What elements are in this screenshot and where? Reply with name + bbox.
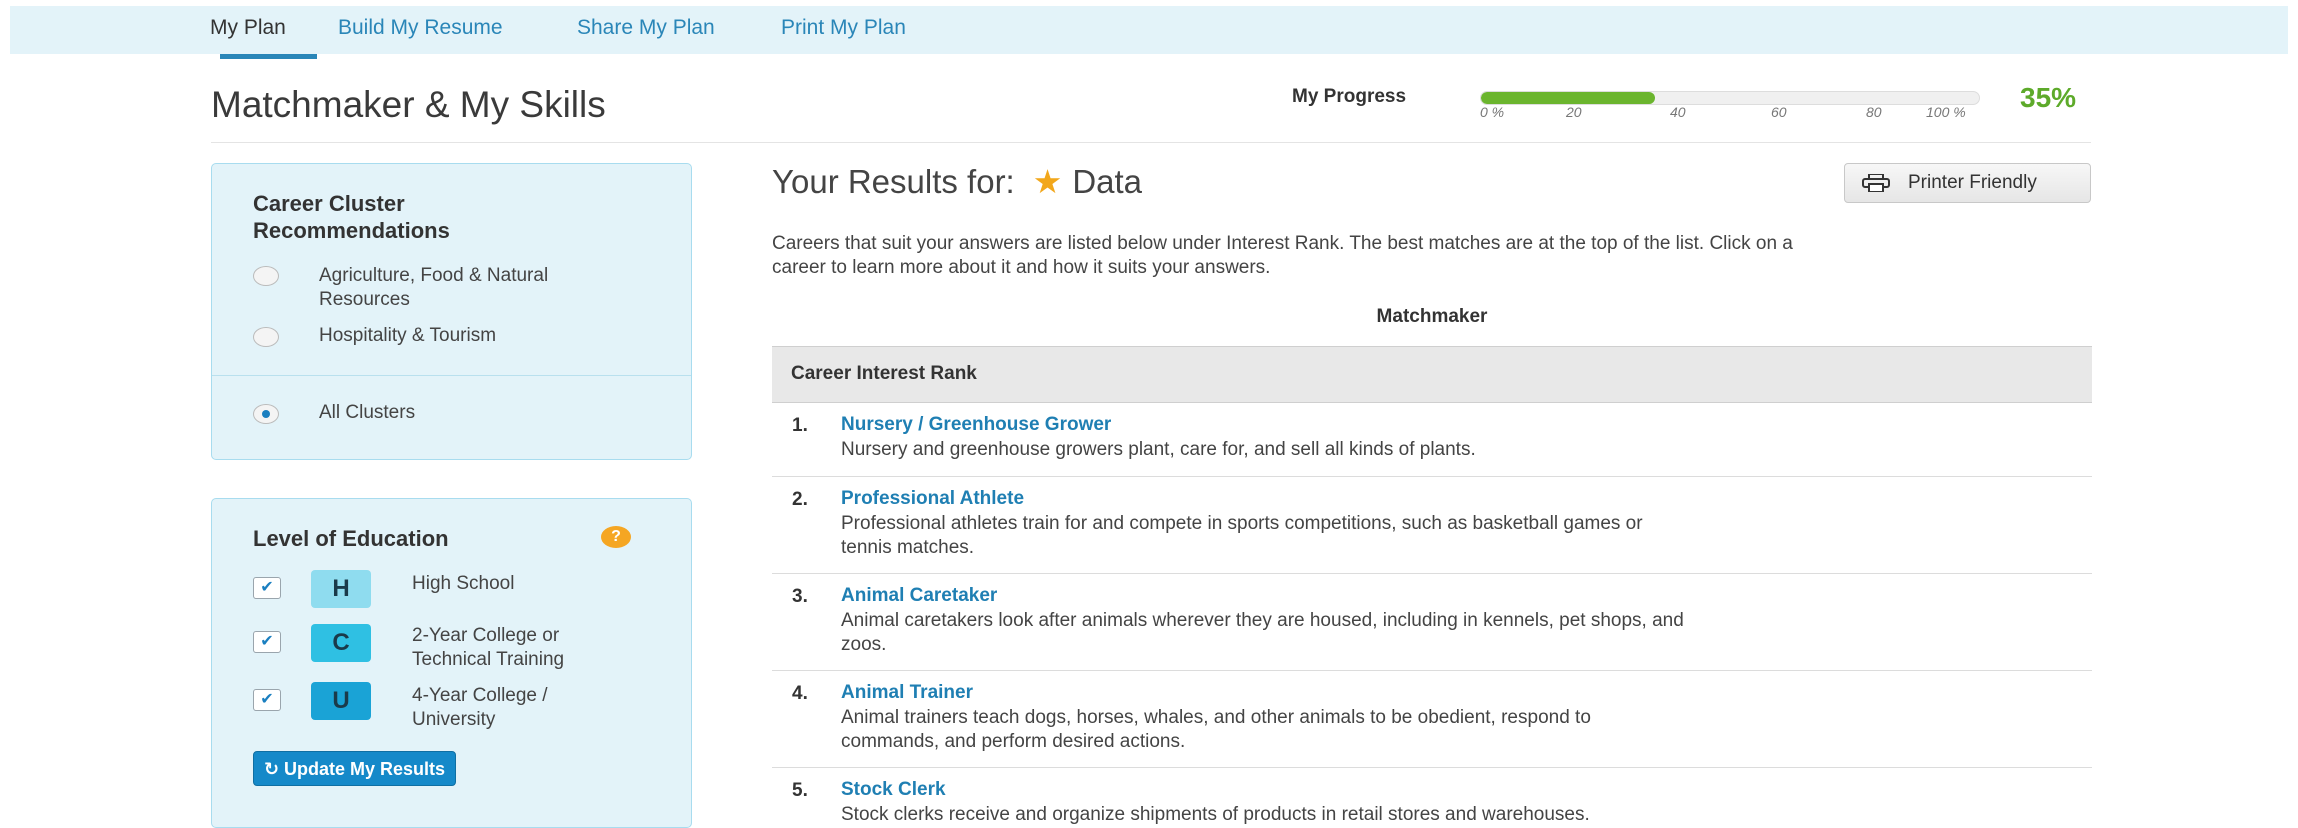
career-description: Animal trainers teach dogs, horses, whal… — [841, 707, 1591, 752]
results-heading-term: Data — [1072, 163, 1143, 200]
career-title-link[interactable]: Stock Clerk — [841, 779, 946, 801]
career-row: 2. Professional Athlete Professional ath… — [772, 477, 2092, 574]
career-description: Nursery and greenhouse growers plant, ca… — [841, 439, 1476, 460]
help-icon[interactable]: ? — [601, 526, 631, 548]
radio-agriculture[interactable] — [253, 266, 279, 286]
career-row: 1. Nursery / Greenhouse Grower Nursery a… — [772, 403, 2092, 477]
career-title-link[interactable]: Nursery / Greenhouse Grower — [841, 414, 1111, 436]
radio-hospitality[interactable] — [253, 327, 279, 347]
tab-share-my-plan[interactable]: Share My Plan — [577, 16, 715, 40]
career-rank: 4. — [792, 683, 808, 704]
tab-build-my-resume[interactable]: Build My Resume — [338, 16, 503, 40]
education-panel: Level of Education ? ✔ H High School ✔ C… — [211, 498, 692, 828]
progress-tick: 40 — [1670, 104, 1686, 120]
progress-bar — [1480, 91, 1980, 105]
career-cluster-panel: Career Cluster Recommendations Agricultu… — [211, 163, 692, 460]
career-description: Animal caretakers look after animals whe… — [841, 610, 1684, 655]
star-icon: ★ — [1032, 163, 1063, 200]
option-label-all-clusters: All Clusters — [319, 402, 416, 423]
printer-friendly-label: Printer Friendly — [1908, 172, 2037, 193]
progress-tick: 80 — [1866, 104, 1882, 120]
tab-my-plan[interactable]: My Plan — [210, 16, 286, 40]
progress-percent: 35% — [2020, 82, 2077, 113]
career-row: 5. Stock Clerk Stock clerks receive and … — [772, 768, 2092, 828]
progress-bar-fill — [1481, 92, 1656, 104]
education-badge-c: C — [311, 624, 371, 662]
panel-title: Level of Education — [253, 526, 449, 551]
progress-tick: 0 % — [1480, 104, 1505, 120]
printer-friendly-button[interactable]: Printer Friendly — [1844, 163, 2091, 203]
results-heading-prefix: Your Results for: — [772, 163, 1015, 200]
progress-tick: 60 — [1771, 104, 1787, 120]
education-label-4-year-college: 4-Year College / University — [412, 685, 548, 730]
divider — [212, 375, 691, 376]
update-results-button[interactable]: ↻ Update My Results — [253, 751, 456, 786]
tab-print-my-plan[interactable]: Print My Plan — [781, 16, 906, 40]
education-badge-u: U — [311, 682, 371, 720]
career-rank: 3. — [792, 586, 808, 607]
career-title-link[interactable]: Professional Athlete — [841, 488, 1024, 510]
matchmaker-label: Matchmaker — [1376, 306, 1488, 327]
career-description: Professional athletes train for and comp… — [841, 513, 1643, 558]
checkbox-4-year-college[interactable]: ✔ — [253, 689, 281, 711]
career-rank: 5. — [792, 780, 808, 801]
career-title-link[interactable]: Animal Caretaker — [841, 585, 997, 607]
career-title-link[interactable]: Animal Trainer — [841, 682, 973, 704]
checkbox-2-year-college[interactable]: ✔ — [253, 631, 281, 653]
table-header: Career Interest Rank — [772, 346, 2092, 403]
option-label-hospitality: Hospitality & Tourism — [319, 325, 497, 346]
progress-tick: 20 — [1566, 104, 1582, 120]
education-badge-h: H — [311, 570, 371, 608]
page-title: Matchmaker & My Skills — [211, 84, 606, 125]
results-heading: Your Results for: ★ Data — [772, 162, 1142, 201]
education-label-2-year-college: 2-Year College or Technical Training — [412, 625, 565, 670]
top-nav-bar: My Plan Build My Resume Share My Plan Pr… — [10, 6, 2288, 59]
results-intro-text: Careers that suit your answers are liste… — [772, 233, 1793, 278]
career-rank: 1. — [792, 415, 808, 436]
progress-label: My Progress — [1292, 86, 1407, 107]
career-row: 4. Animal Trainer Animal trainers teach … — [772, 671, 2092, 768]
career-row: 3. Animal Caretaker Animal caretakers lo… — [772, 574, 2092, 671]
checkbox-high-school[interactable]: ✔ — [253, 577, 281, 599]
progress-tick: 100 % — [1926, 104, 1966, 120]
education-label-high-school: High School — [412, 573, 515, 594]
option-label-agriculture: Agriculture, Food & Natural Resources — [319, 265, 549, 310]
career-rank: 2. — [792, 489, 808, 510]
career-description: Stock clerks receive and organize shipme… — [841, 804, 1590, 825]
radio-all-clusters[interactable] — [253, 404, 279, 424]
column-header-career-interest-rank: Career Interest Rank — [791, 363, 977, 384]
panel-title: Career Cluster Recommendations — [253, 191, 450, 243]
active-tab-indicator — [220, 54, 317, 59]
printer-icon — [1862, 174, 1890, 192]
divider — [211, 142, 2091, 143]
